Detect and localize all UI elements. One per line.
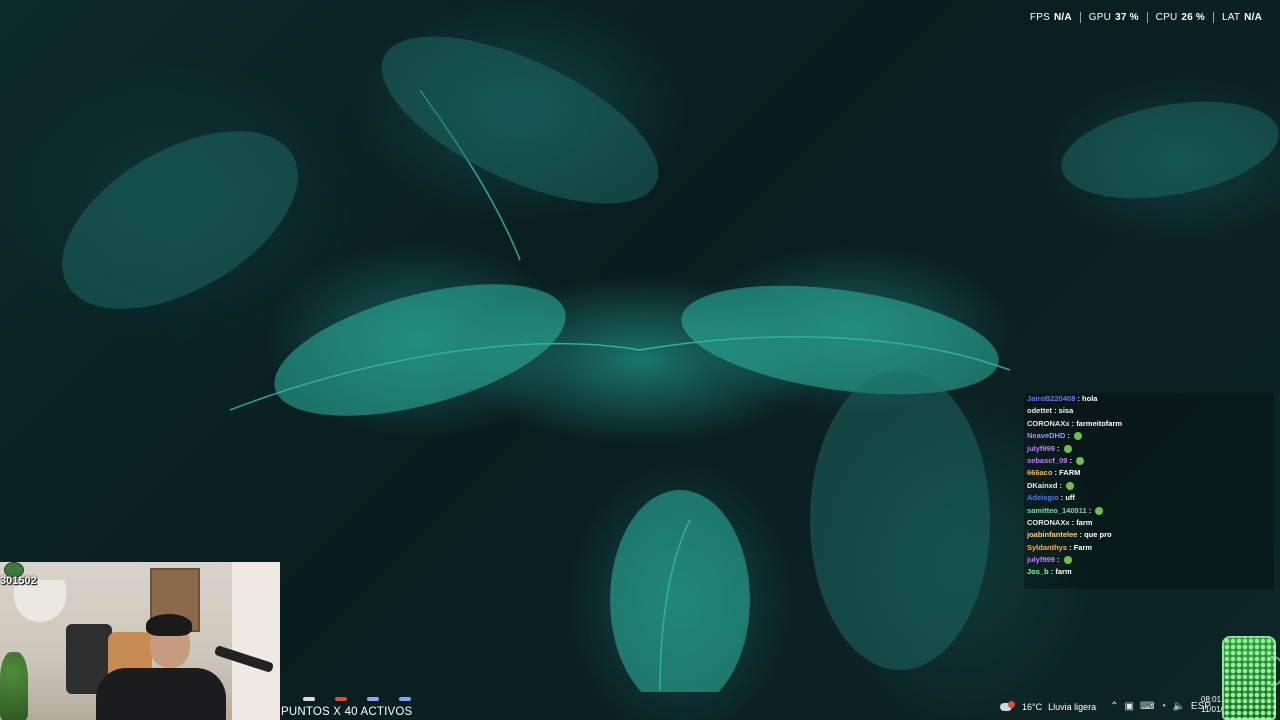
- performance-overlay: FPS N/A GPU 37 % CPU 26 % LAT N/A: [1022, 12, 1270, 23]
- app-2-icon: [335, 697, 347, 701]
- counter-text: 301502: [0, 575, 37, 587]
- chat-separator: :: [1067, 542, 1074, 552]
- chat-username[interactable]: Adeisgio: [1027, 493, 1059, 502]
- streamer-hair: [146, 614, 192, 636]
- chat-message: odettet : sisa: [1024, 405, 1274, 417]
- chat-emote-icon: [1063, 556, 1072, 565]
- display-icon[interactable]: ▣: [1125, 701, 1134, 713]
- chat-emote-icon: [1066, 481, 1075, 490]
- clock-time: 08:01: [1201, 695, 1222, 704]
- taskbar-app-1[interactable]: [300, 694, 318, 704]
- chat-username[interactable]: odettet: [1027, 406, 1052, 415]
- stream-chat-overlay: JairoB220408 : hola odettet : sisa CORONAX…: [1024, 393, 1274, 589]
- chat-message: 666aco : FARM: [1024, 467, 1274, 479]
- chevron-up-icon[interactable]: ⌃: [1110, 701, 1118, 713]
- app-3-icon: [367, 697, 379, 701]
- chat-text: hola: [1082, 394, 1098, 403]
- gpu-value: 37 %: [1115, 12, 1139, 23]
- chat-text: que pro: [1084, 530, 1112, 540]
- chat-username[interactable]: JairoB220408: [1027, 394, 1075, 403]
- chat-separator: :: [1054, 555, 1062, 565]
- curtain: [232, 562, 280, 720]
- chat-username[interactable]: samitteo_140911: [1027, 506, 1087, 515]
- chat-message: CORONAXx : farm: [1024, 517, 1274, 529]
- weather-condition[interactable]: Lluvia ligera: [1048, 702, 1096, 712]
- latency-metric: LAT N/A: [1212, 12, 1270, 23]
- webcam-feed: 301502: [0, 562, 280, 720]
- fps-value: N/A: [1053, 12, 1072, 23]
- sub-goal-jar-widget: [1222, 636, 1280, 720]
- plant: [0, 652, 28, 720]
- fps-metric: FPS N/A: [1022, 12, 1080, 23]
- chat-text: FARM: [1059, 468, 1081, 478]
- app-1-icon: [303, 697, 315, 701]
- chat-username[interactable]: joabinfantelee: [1027, 530, 1077, 539]
- gpu-metric: GPU 37 %: [1079, 12, 1147, 23]
- system-tray: 16°C Lluvia ligera ⌃ ▣ ⌨ ◔ 🔈 ESP: [1000, 695, 1211, 719]
- chat-separator: :: [1086, 505, 1094, 515]
- taskbar-apps: [300, 694, 414, 704]
- tray-icons: ⌃ ▣ ⌨ ◔ 🔈 ESP: [1110, 701, 1211, 713]
- chat-message: joabinfantelee : que pro: [1024, 529, 1274, 541]
- weather-temp[interactable]: 16°C: [1022, 702, 1042, 712]
- chat-emote-icon: [1076, 456, 1085, 465]
- chat-emote-icon: [1063, 444, 1072, 453]
- chat-message: Adeisgio : uff: [1024, 492, 1274, 504]
- chat-text: sisa: [1058, 406, 1074, 416]
- chat-message: julyf999 :: [1024, 554, 1274, 566]
- fps-label: FPS: [1029, 12, 1050, 23]
- chat-message: Syldanthys : Farm: [1024, 542, 1274, 554]
- chat-text: farm: [1076, 517, 1093, 527]
- chat-message: DKainxd :: [1024, 480, 1274, 492]
- chat-separator: :: [1052, 406, 1059, 416]
- taskbar-app-3[interactable]: [364, 694, 382, 704]
- cpu-label: CPU: [1155, 12, 1178, 23]
- chat-emote-icon: [1074, 432, 1083, 441]
- chat-message: julyf999 :: [1024, 443, 1274, 455]
- cpu-value: 26 %: [1181, 12, 1205, 23]
- weather-icon[interactable]: [1000, 701, 1016, 713]
- chat-username[interactable]: CORONAXx: [1027, 419, 1070, 428]
- chat-message: Jos_b : farm: [1024, 566, 1274, 578]
- chat-username[interactable]: sebascf_09: [1027, 456, 1067, 465]
- chat-username[interactable]: julyf999: [1027, 444, 1055, 453]
- network-icon[interactable]: ⌨: [1140, 701, 1154, 713]
- points-banner: PUNTOS X 40 ACTIVOS: [281, 706, 413, 718]
- chat-separator: :: [1065, 431, 1073, 441]
- taskbar-app-2[interactable]: [332, 694, 350, 704]
- chat-text: farm: [1055, 567, 1072, 577]
- taskbar-clock[interactable]: 08:01 11/01/: [1201, 695, 1223, 715]
- latency-label: LAT: [1221, 12, 1241, 23]
- chat-username[interactable]: julyf999: [1027, 555, 1055, 564]
- chat-username[interactable]: CORONAXx: [1027, 518, 1070, 527]
- chat-message: CORONAXx : farmeitofarm: [1024, 418, 1274, 430]
- chat-separator: :: [1054, 443, 1062, 453]
- app-4-icon: [399, 697, 411, 701]
- latency-value: N/A: [1244, 12, 1262, 23]
- gpu-label: GPU: [1088, 12, 1112, 23]
- chat-text: Farm: [1073, 542, 1093, 552]
- chat-message: NeaveDHD :: [1024, 430, 1274, 442]
- cpu-metric: CPU 26 %: [1146, 12, 1213, 23]
- chat-text: uff: [1065, 493, 1075, 503]
- chat-username[interactable]: DKainxd: [1027, 481, 1057, 490]
- chat-username[interactable]: Syldanthys: [1027, 543, 1067, 552]
- chat-message: samitteo_140911 :: [1024, 505, 1274, 517]
- chat-username[interactable]: Jos_b: [1027, 567, 1049, 576]
- chat-message: JairoB220408 : hola: [1024, 393, 1274, 405]
- chat-separator: :: [1057, 480, 1065, 490]
- wifi-icon[interactable]: ◔: [1160, 701, 1166, 713]
- chat-text: farmeitofarm: [1076, 418, 1123, 428]
- chat-username[interactable]: NeaveDHD: [1027, 431, 1065, 440]
- taskbar-app-4[interactable]: [396, 694, 414, 704]
- chat-separator: :: [1067, 455, 1075, 465]
- chat-emote-icon: [1095, 506, 1104, 515]
- chat-message: sebascf_09 :: [1024, 455, 1274, 467]
- chat-username[interactable]: 666aco: [1027, 468, 1052, 477]
- streamer-body: [96, 668, 226, 720]
- volume-icon[interactable]: 🔈: [1172, 701, 1184, 713]
- clock-date: 11/01/: [1201, 705, 1223, 714]
